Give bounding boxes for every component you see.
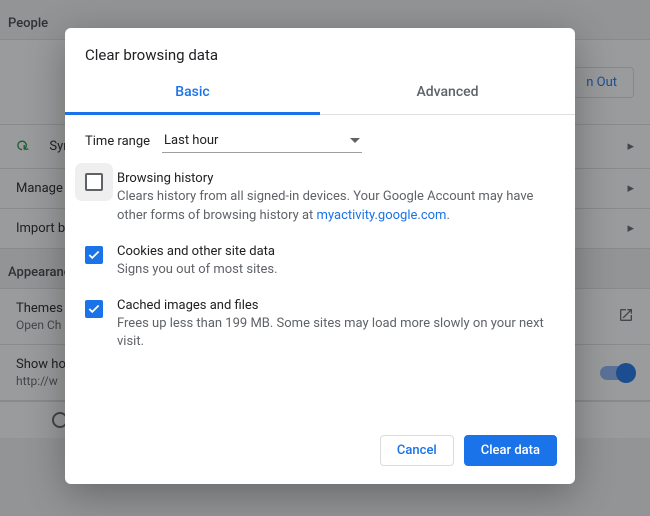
checkbox-cookies[interactable] (85, 246, 103, 264)
chevron-down-icon (350, 138, 360, 143)
option-title: Cached images and files (117, 298, 555, 313)
time-range-label: Time range (85, 134, 150, 149)
option-desc: Signs you out of most sites. (117, 261, 278, 280)
option-browsing-history: Browsing history Clears history from all… (85, 171, 555, 226)
checkbox-cache[interactable] (85, 300, 103, 318)
tab-advanced[interactable]: Advanced (320, 72, 575, 114)
clear-data-button[interactable]: Clear data (464, 435, 557, 466)
option-title: Cookies and other site data (117, 244, 278, 259)
option-cache: Cached images and files Frees up less th… (85, 298, 555, 353)
clear-browsing-data-dialog: Clear browsing data Basic Advanced Time … (65, 28, 575, 484)
option-cookies: Cookies and other site data Signs you ou… (85, 244, 555, 280)
checkbox-browsing-history[interactable] (85, 173, 103, 191)
option-desc: Clears history from all signed-in device… (117, 188, 555, 226)
time-range-select[interactable]: Last hour (162, 129, 362, 153)
myactivity-link[interactable]: myactivity.google.com (317, 208, 447, 223)
time-range-value: Last hour (164, 133, 218, 148)
option-desc: Frees up less than 199 MB. Some sites ma… (117, 315, 555, 353)
cancel-button[interactable]: Cancel (380, 435, 454, 466)
tab-basic[interactable]: Basic (65, 72, 320, 115)
option-title: Browsing history (117, 171, 555, 186)
dialog-title: Clear browsing data (65, 28, 575, 72)
dialog-tabs: Basic Advanced (65, 72, 575, 115)
